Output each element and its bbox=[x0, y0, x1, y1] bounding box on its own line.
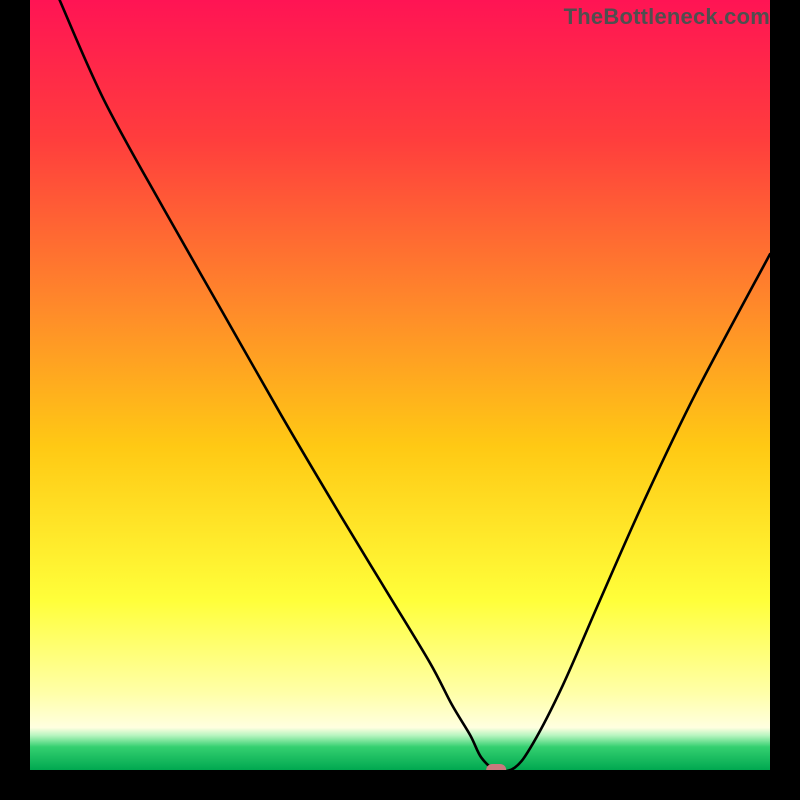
watermark-text: TheBottleneck.com bbox=[564, 4, 770, 30]
chart-stage: TheBottleneck.com bbox=[0, 0, 800, 800]
gradient-background bbox=[30, 0, 770, 770]
frame-right bbox=[770, 0, 800, 800]
frame-left bbox=[0, 0, 30, 800]
bottleneck-chart bbox=[0, 0, 800, 800]
frame-bottom bbox=[0, 770, 800, 800]
